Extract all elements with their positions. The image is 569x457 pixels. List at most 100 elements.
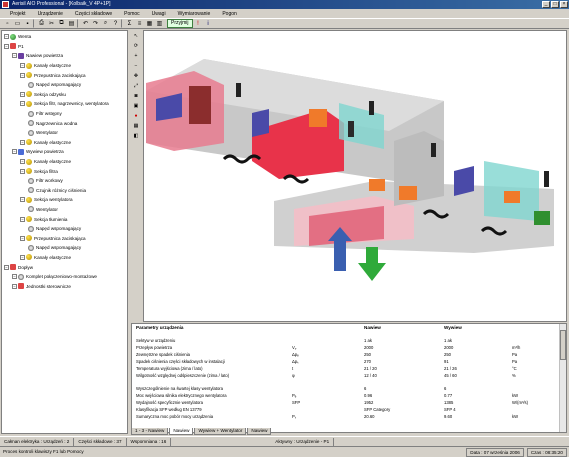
tree-item[interactable]: − Sekcja tłumienia [2,214,127,224]
component-tree[interactable]: − Wenta − P1− Nawiew powietrza − Kanały elasty… [1,30,128,434]
tree-item-label: Wywiew powietrza [26,149,64,155]
tree-item[interactable]: Czujnik różnicy ciśnienia [2,186,127,196]
chart-icon[interactable]: ▥ [155,19,164,28]
tree-item[interactable]: − Nawiew powietrza [2,51,127,61]
expander-icon[interactable]: − [4,34,9,40]
list-icon[interactable]: ≡ [135,19,144,28]
expander-icon[interactable]: − [12,53,17,59]
close-button[interactable]: × [560,1,568,8]
warning-icon[interactable]: ! [194,19,203,28]
front-view-icon[interactable]: ▣ [132,102,140,110]
tree-item[interactable]: Nagrzewnica wodna [2,118,127,128]
info-icon[interactable]: i [204,19,213,28]
tree-item[interactable]: − Sekcja filtr, nagrzewnicy, wentylatora [2,99,127,109]
tree-item[interactable]: − Sekcja filtra [2,166,127,176]
expander-icon[interactable]: − [20,168,25,174]
component-icon [10,43,16,50]
tab-1[interactable]: 1 - 3 - Nawiew [131,427,169,435]
expander-icon[interactable]: − [20,101,25,107]
redo-icon[interactable]: ↷ [91,19,100,28]
camera-icon[interactable]: ◙ [132,92,140,100]
tree-item[interactable]: − Sekcja odzysku [2,90,127,100]
expander-icon[interactable]: − [20,91,25,97]
tab-3[interactable]: Wywiew + Wentylator [194,427,247,435]
zoom-icon[interactable]: ⌕ [101,19,110,28]
menu-pogon[interactable]: Pogon [216,11,242,17]
status-mentioned: Wspomniana : 16 [127,437,172,446]
tree-item[interactable]: − Kanały elastyczne [2,138,127,148]
expander-icon[interactable]: − [20,216,25,222]
tree-item[interactable]: Napęd wspomagający [2,243,127,253]
fan-motor [369,179,385,191]
menu-czesci[interactable]: Części składowe [69,11,118,17]
help-icon[interactable]: ? [111,19,120,28]
maximize-button[interactable]: □ [551,1,559,8]
tree-item[interactable]: − Wywiew powietrza [2,147,127,157]
tree-item[interactable]: − Przepustnica zaciskająca [2,70,127,80]
expander-icon[interactable]: − [20,159,25,165]
menu-urzadzenie[interactable]: Urządzenie [32,11,69,17]
intake-damper [189,86,211,124]
paste-icon[interactable]: ▤ [67,19,76,28]
accept-button[interactable]: Przyjmij [167,19,193,28]
tree-item[interactable]: − Przepustnica zaciskająca [2,233,127,243]
tree-item[interactable]: − P1 [2,42,127,52]
tree-item[interactable]: Wentylator [2,205,127,215]
menu-uwagi[interactable]: Uwagi [146,11,172,17]
tree-item-label: Sekcja wentylatora [34,197,73,203]
params-scrollbar[interactable] [559,324,566,432]
new-icon[interactable]: ▫ [3,19,12,28]
tree-item[interactable]: Filtr workowy [2,176,127,186]
expander-icon[interactable]: − [12,149,17,155]
expander-icon[interactable]: − [4,43,9,49]
param-w: 9.60 [444,413,453,419]
tab-4[interactable]: Nawiew [247,427,272,435]
menu-pomoc[interactable]: Pomoc [118,11,146,17]
tree-item[interactable]: Wentylator [2,128,127,138]
rotate-icon[interactable]: ⟳ [132,42,140,50]
col-wywiew: Wywiew [444,325,462,330]
shade-icon[interactable]: ◧ [132,132,140,140]
expander-icon[interactable]: − [20,63,25,69]
tree-item[interactable]: Napęd wspomagający [2,224,127,234]
expander-icon[interactable]: − [20,72,25,78]
calc-icon[interactable]: Σ [125,19,134,28]
menu-wymiarowanie[interactable]: Wymiarowanie [172,11,217,17]
zoom-in-icon[interactable]: + [132,52,140,60]
tree-item[interactable]: − Sekcja wentylatora [2,195,127,205]
tab-2[interactable]: Nawiew [169,427,194,435]
wire-icon[interactable]: ▦ [132,122,140,130]
tree-item[interactable]: − Dopływ [2,262,127,272]
save-icon[interactable]: ▪ [23,19,32,28]
scroll-thumb[interactable] [560,330,566,360]
expander-icon[interactable]: − [4,264,9,270]
fit-icon[interactable]: ⤢ [132,82,140,90]
menu-projekt[interactable]: Projekt [4,11,32,17]
tree-item[interactable]: − Kanały elastyczne [2,61,127,71]
color-icon[interactable]: ● [132,112,140,120]
pointer-icon[interactable]: ↖ [132,32,140,40]
zoom-out-icon[interactable]: − [132,62,140,70]
grid-icon[interactable]: ▦ [145,19,154,28]
tree-item[interactable]: − Kanały elastyczne [2,157,127,167]
expander-icon[interactable]: − [20,254,25,260]
tree-item[interactable]: − Komplet połączeniowo-montażowe [2,272,127,282]
copy-icon[interactable]: ⧉ [57,19,66,28]
tree-item[interactable]: Napęd wspomagający [2,80,127,90]
tree-item[interactable]: − Jednostki sterownicze [2,281,127,291]
open-icon[interactable]: ▭ [13,19,22,28]
tree-item[interactable]: Filtr wstępny [2,109,127,119]
minimize-button[interactable]: _ [542,1,550,8]
tree-item[interactable]: − Wenta [2,32,127,42]
pan-icon[interactable]: ✥ [132,72,140,80]
cut-icon[interactable]: ✂ [47,19,56,28]
expander-icon[interactable]: − [20,139,25,145]
undo-icon[interactable]: ↶ [81,19,90,28]
print-icon[interactable]: ⎙ [37,19,46,28]
tree-item[interactable]: − Kanały elastyczne [2,253,127,263]
expander-icon[interactable]: − [20,235,25,241]
expander-icon[interactable]: − [12,283,17,289]
expander-icon[interactable]: − [20,197,25,203]
expander-icon[interactable]: − [12,274,17,280]
3d-unit-view[interactable] [143,30,567,322]
